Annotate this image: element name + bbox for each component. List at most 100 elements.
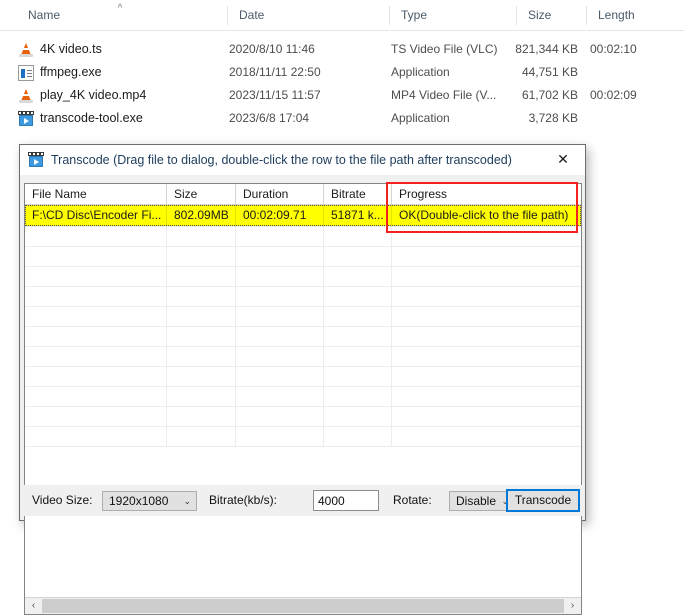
file-name-cell: ffmpeg.exe — [40, 65, 102, 79]
empty-cell — [324, 327, 392, 346]
task-column-bitrate[interactable]: Bitrate — [324, 184, 392, 205]
rotate-value: Disable — [456, 494, 497, 508]
task-column-file-name[interactable]: File Name — [25, 184, 167, 205]
file-type-cell: MP4 Video File (V... — [391, 88, 497, 102]
empty-cell — [25, 307, 167, 326]
file-date-cell: 2020/8/10 11:46 — [229, 42, 315, 56]
table-row[interactable] — [25, 407, 581, 427]
rotate-label: Rotate: — [393, 493, 432, 507]
empty-cell — [236, 227, 324, 246]
empty-cell — [324, 247, 392, 266]
file-size-cell: 3,728 KB — [528, 111, 578, 125]
video-size-value: 1920x1080 — [109, 494, 169, 508]
empty-cell — [25, 247, 167, 266]
empty-cell — [167, 267, 236, 286]
task-column-size[interactable]: Size — [167, 184, 236, 205]
empty-cell — [392, 287, 581, 306]
empty-cell — [25, 267, 167, 286]
dialog-title-bar[interactable]: Transcode (Drag file to dialog, double-c… — [20, 145, 585, 175]
empty-cell — [324, 387, 392, 406]
file-name-cell: play_4K video.mp4 — [40, 88, 147, 102]
file-length-cell: 00:02:09 — [590, 88, 637, 102]
empty-cell — [25, 387, 167, 406]
empty-cell — [324, 407, 392, 426]
task-duration-cell: 00:02:09.71 — [236, 205, 324, 226]
close-icon[interactable]: ✕ — [541, 145, 585, 174]
empty-cell — [25, 347, 167, 366]
empty-cell — [392, 267, 581, 286]
table-row[interactable] — [25, 287, 581, 307]
task-list-header: File Name Size Duration Bitrate Progress — [25, 184, 581, 205]
file-size-cell: 821,344 KB — [515, 42, 578, 56]
empty-cell — [392, 247, 581, 266]
scroll-right-arrow-icon[interactable]: › — [564, 598, 581, 614]
empty-cell — [392, 387, 581, 406]
task-column-progress[interactable]: Progress — [392, 184, 581, 205]
table-row[interactable] — [25, 267, 581, 287]
explorer-column-length[interactable]: Length — [588, 0, 684, 30]
file-type-cell: Application — [391, 111, 450, 125]
vlc-cone-icon — [18, 88, 34, 104]
empty-cell — [25, 407, 167, 426]
table-row[interactable] — [25, 327, 581, 347]
empty-cell — [392, 407, 581, 426]
task-size-cell: 802.09MB — [167, 205, 236, 226]
table-row[interactable]: F:\CD Disc\Encoder Fi... 802.09MB 00:02:… — [25, 205, 581, 227]
empty-cell — [392, 367, 581, 386]
transcode-dialog: Transcode (Drag file to dialog, double-c… — [19, 144, 586, 615]
empty-cell — [324, 267, 392, 286]
explorer-row[interactable]: play_4K video.mp4 2023/11/15 11:57 MP4 V… — [0, 84, 684, 107]
sort-ascending-caret-icon: ^ — [117, 3, 123, 14]
empty-cell — [392, 427, 581, 446]
empty-cell — [236, 407, 324, 426]
table-row[interactable] — [25, 307, 581, 327]
empty-cell — [167, 307, 236, 326]
empty-cell — [167, 427, 236, 446]
transcode-task-list[interactable]: File Name Size Duration Bitrate Progress… — [24, 183, 582, 615]
scrollbar-thumb[interactable] — [42, 599, 564, 613]
empty-cell — [236, 247, 324, 266]
column-divider — [227, 6, 228, 25]
empty-cell — [167, 387, 236, 406]
horizontal-scrollbar[interactable]: ‹ › — [25, 597, 581, 614]
dialog-toolbar: Video Size: 1920x1080 ⌄ Bitrate(kb/s): R… — [24, 485, 582, 516]
explorer-column-date[interactable]: Date — [229, 0, 391, 30]
application-icon — [18, 65, 34, 81]
table-row[interactable] — [25, 227, 581, 247]
empty-cell — [324, 367, 392, 386]
explorer-row[interactable]: ffmpeg.exe 2018/11/11 22:50 Application … — [0, 61, 684, 84]
table-row[interactable] — [25, 347, 581, 367]
empty-cell — [167, 347, 236, 366]
table-row[interactable] — [25, 247, 581, 267]
file-date-cell: 2018/11/11 22:50 — [229, 65, 321, 79]
task-progress-cell: OK(Double-click to the file path) — [392, 205, 581, 226]
file-type-cell: Application — [391, 65, 450, 79]
scroll-left-arrow-icon[interactable]: ‹ — [25, 598, 42, 614]
empty-cell — [25, 287, 167, 306]
file-date-cell: 2023/11/15 11:57 — [229, 88, 321, 102]
dialog-title: Transcode (Drag file to dialog, double-c… — [51, 153, 512, 167]
explorer-row[interactable]: 4K video.ts 2020/8/10 11:46 TS Video Fil… — [0, 38, 684, 61]
table-row[interactable] — [25, 387, 581, 407]
empty-cell — [25, 427, 167, 446]
empty-cell — [392, 227, 581, 246]
empty-cell — [392, 327, 581, 346]
file-name-cell: 4K video.ts — [40, 42, 102, 56]
empty-cell — [236, 387, 324, 406]
empty-cell — [236, 287, 324, 306]
bitrate-input[interactable] — [313, 490, 379, 511]
video-size-select[interactable]: 1920x1080 ⌄ — [102, 491, 197, 511]
task-column-duration[interactable]: Duration — [236, 184, 324, 205]
table-row[interactable] — [25, 367, 581, 387]
empty-cell — [236, 427, 324, 446]
table-row[interactable] — [25, 427, 581, 447]
video-size-label: Video Size: — [32, 493, 93, 507]
explorer-column-type[interactable]: Type — [391, 0, 518, 30]
empty-cell — [25, 367, 167, 386]
explorer-column-size[interactable]: Size — [518, 0, 588, 30]
column-divider — [586, 6, 587, 25]
file-date-cell: 2023/6/8 17:04 — [229, 111, 310, 125]
empty-cell — [324, 287, 392, 306]
transcode-button[interactable]: Transcode — [506, 489, 580, 512]
explorer-row[interactable]: transcode-tool.exe 2023/6/8 17:04 Applic… — [0, 107, 684, 130]
